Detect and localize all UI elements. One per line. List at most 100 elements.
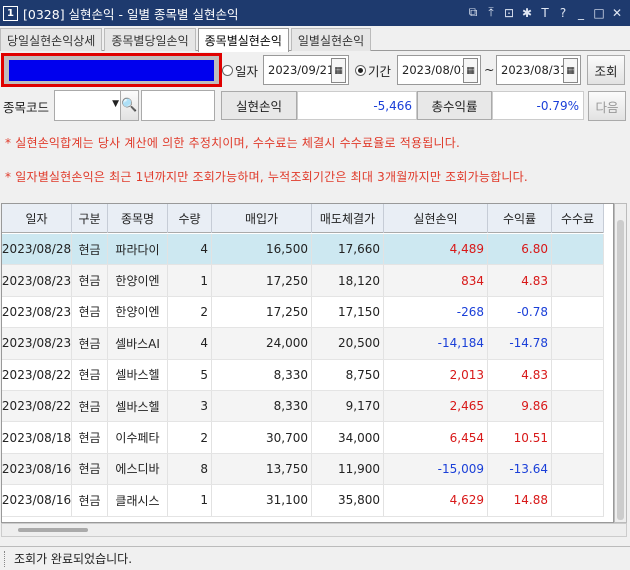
column-header[interactable]: 매도체결가: [312, 204, 384, 233]
close-icon[interactable]: ✕: [610, 4, 624, 21]
cell-fee: [552, 485, 604, 516]
cell-buy: 30,700: [212, 422, 312, 453]
settings-icon[interactable]: ✱: [520, 4, 534, 21]
cell-date: 2023/08/23: [2, 328, 72, 359]
cell-date: 2023/08/18: [2, 422, 72, 453]
vertical-scrollbar[interactable]: [614, 203, 627, 523]
realized-pnl-number: -5,466: [373, 98, 412, 113]
cell-date: 2023/08/22: [2, 390, 72, 422]
cell-name: 셀바스헬: [108, 359, 168, 390]
table-row[interactable]: 2023/08/23 현금 한양이엔 2 17,250 17,150 -268 -0.78: [2, 296, 604, 329]
font-icon[interactable]: T: [538, 4, 552, 21]
chevron-down-icon[interactable]: ▼: [112, 99, 119, 109]
cell-name: 셀바스AI: [108, 328, 168, 359]
table-row[interactable]: 2023/08/16 현금 클래시스 1 31,100 35,800 4,629 14.88: [2, 485, 604, 517]
period-radio[interactable]: 기간: [355, 61, 391, 80]
cell-rate: -14.78: [488, 328, 552, 359]
table-row[interactable]: 2023/08/28 현금 파라다이 4 16,500 17,660 4,489 6.80: [2, 234, 604, 266]
search-button[interactable]: 조회: [587, 55, 625, 85]
restore-icon[interactable]: ⊡: [502, 4, 516, 21]
cell-rate: 10.51: [488, 422, 552, 453]
stock-name-field: [141, 90, 215, 121]
cell-type: 현금: [72, 234, 108, 265]
total-return-label: 총수익률: [417, 91, 492, 120]
cell-fee: [552, 265, 604, 296]
help-icon[interactable]: ?: [556, 4, 570, 21]
period-radio-dot[interactable]: [355, 65, 366, 76]
cell-buy: 16,500: [212, 234, 312, 265]
cell-type: 현금: [72, 453, 108, 485]
cell-name: 파라다이: [108, 234, 168, 265]
column-header[interactable]: 수량: [168, 204, 212, 233]
period-to-value: 2023/08/31: [501, 63, 568, 77]
tab-2[interactable]: 종목별실현손익: [197, 28, 289, 52]
table-row[interactable]: 2023/08/16 현금 에스디바 8 13,750 11,900 -15,009 -13.…: [2, 453, 604, 486]
calendar-icon[interactable]: ▦: [331, 58, 346, 83]
cell-type: 현금: [72, 265, 108, 296]
horizontal-scrollbar[interactable]: [1, 523, 627, 537]
cell-type: 현금: [72, 390, 108, 422]
cell-name: 이수페타: [108, 422, 168, 453]
cell-buy: 31,100: [212, 485, 312, 516]
tab-3[interactable]: 일별실현손익: [290, 28, 372, 51]
cell-fee: [552, 328, 604, 359]
table-row[interactable]: 2023/08/22 현금 셀바스헬 5 8,330 8,750 2,013 4.83: [2, 359, 604, 391]
calendar-icon[interactable]: ▦: [463, 58, 478, 83]
cell-pnl: 4,489: [384, 234, 488, 265]
minimize-icon[interactable]: _: [574, 4, 588, 21]
table-row[interactable]: 2023/08/18 현금 이수페타 2 30,700 34,000 6,454 10.51: [2, 422, 604, 454]
cell-rate: 6.80: [488, 234, 552, 265]
cell-pnl: -15,009: [384, 453, 488, 485]
pin-icon[interactable]: ⤒: [484, 4, 498, 21]
table-header: 일자 구분 종목명 수량 매입가 매도체결가 실현손익 수익률 수수료: [2, 204, 604, 233]
date-input[interactable]: 2023/09/21 ▦: [263, 55, 349, 85]
column-header[interactable]: 매입가: [212, 204, 312, 233]
notice-estimate: * 실현손익합계는 당사 계산에 의한 추정치이며, 수수료는 체결시 수수료율…: [5, 136, 461, 150]
cell-pnl: -14,184: [384, 328, 488, 359]
cell-fee: [552, 390, 604, 422]
cell-qty: 4: [168, 328, 212, 359]
table-row[interactable]: 2023/08/23 현금 셀바스AI 4 24,000 20,500 -14,184 -14…: [2, 328, 604, 360]
cell-rate: 9.86: [488, 390, 552, 422]
cell-buy: 17,250: [212, 296, 312, 328]
column-header[interactable]: 수익률: [488, 204, 552, 233]
period-to-input[interactable]: 2023/08/31 ▦: [496, 55, 581, 85]
cell-qty: 1: [168, 485, 212, 516]
date-radio[interactable]: 일자: [222, 61, 258, 80]
horizontal-scroll-thumb[interactable]: [18, 528, 88, 532]
column-header[interactable]: 종목명: [108, 204, 168, 233]
next-button[interactable]: 다음: [588, 91, 626, 121]
cell-date: 2023/08/22: [2, 359, 72, 390]
cell-date: 2023/08/16: [2, 485, 72, 516]
account-selector-redacted[interactable]: [1, 53, 222, 87]
stock-code-input[interactable]: ▼: [54, 90, 122, 121]
search-icon[interactable]: 🔍: [120, 90, 139, 121]
calendar-icon[interactable]: ▦: [563, 58, 578, 83]
cell-qty: 2: [168, 422, 212, 453]
cell-buy: 24,000: [212, 328, 312, 359]
table-row[interactable]: 2023/08/23 현금 한양이엔 1 17,250 18,120 834 4.83: [2, 265, 604, 297]
date-radio-dot[interactable]: [222, 65, 233, 76]
tab-0[interactable]: 당일실현손익상세: [0, 28, 103, 51]
period-separator: ~: [484, 62, 495, 77]
cell-type: 현금: [72, 422, 108, 453]
cell-pnl: 834: [384, 265, 488, 296]
table-row[interactable]: 2023/08/22 현금 셀바스헬 3 8,330 9,170 2,465 9.86: [2, 390, 604, 423]
cell-sell: 9,170: [312, 390, 384, 422]
vertical-scroll-thumb[interactable]: [617, 220, 624, 520]
maximize-icon[interactable]: □: [592, 4, 606, 21]
cell-type: 현금: [72, 485, 108, 516]
cell-sell: 8,750: [312, 359, 384, 390]
table-body: 2023/08/28 현금 파라다이 4 16,500 17,660 4,489 6.80 20…: [2, 234, 604, 517]
cell-type: 현금: [72, 328, 108, 359]
cell-sell: 17,150: [312, 296, 384, 328]
cell-buy: 13,750: [212, 453, 312, 485]
column-header[interactable]: 실현손익: [384, 204, 488, 233]
period-from-input[interactable]: 2023/08/01 ▦: [397, 55, 481, 85]
window-number-badge: 1: [3, 5, 18, 21]
column-header[interactable]: 구분: [72, 204, 108, 233]
column-header[interactable]: 수수료: [552, 204, 604, 233]
copy-icon[interactable]: ⧉: [466, 4, 480, 21]
tab-1[interactable]: 종목별당일손익: [104, 28, 196, 51]
column-header[interactable]: 일자: [2, 204, 72, 233]
